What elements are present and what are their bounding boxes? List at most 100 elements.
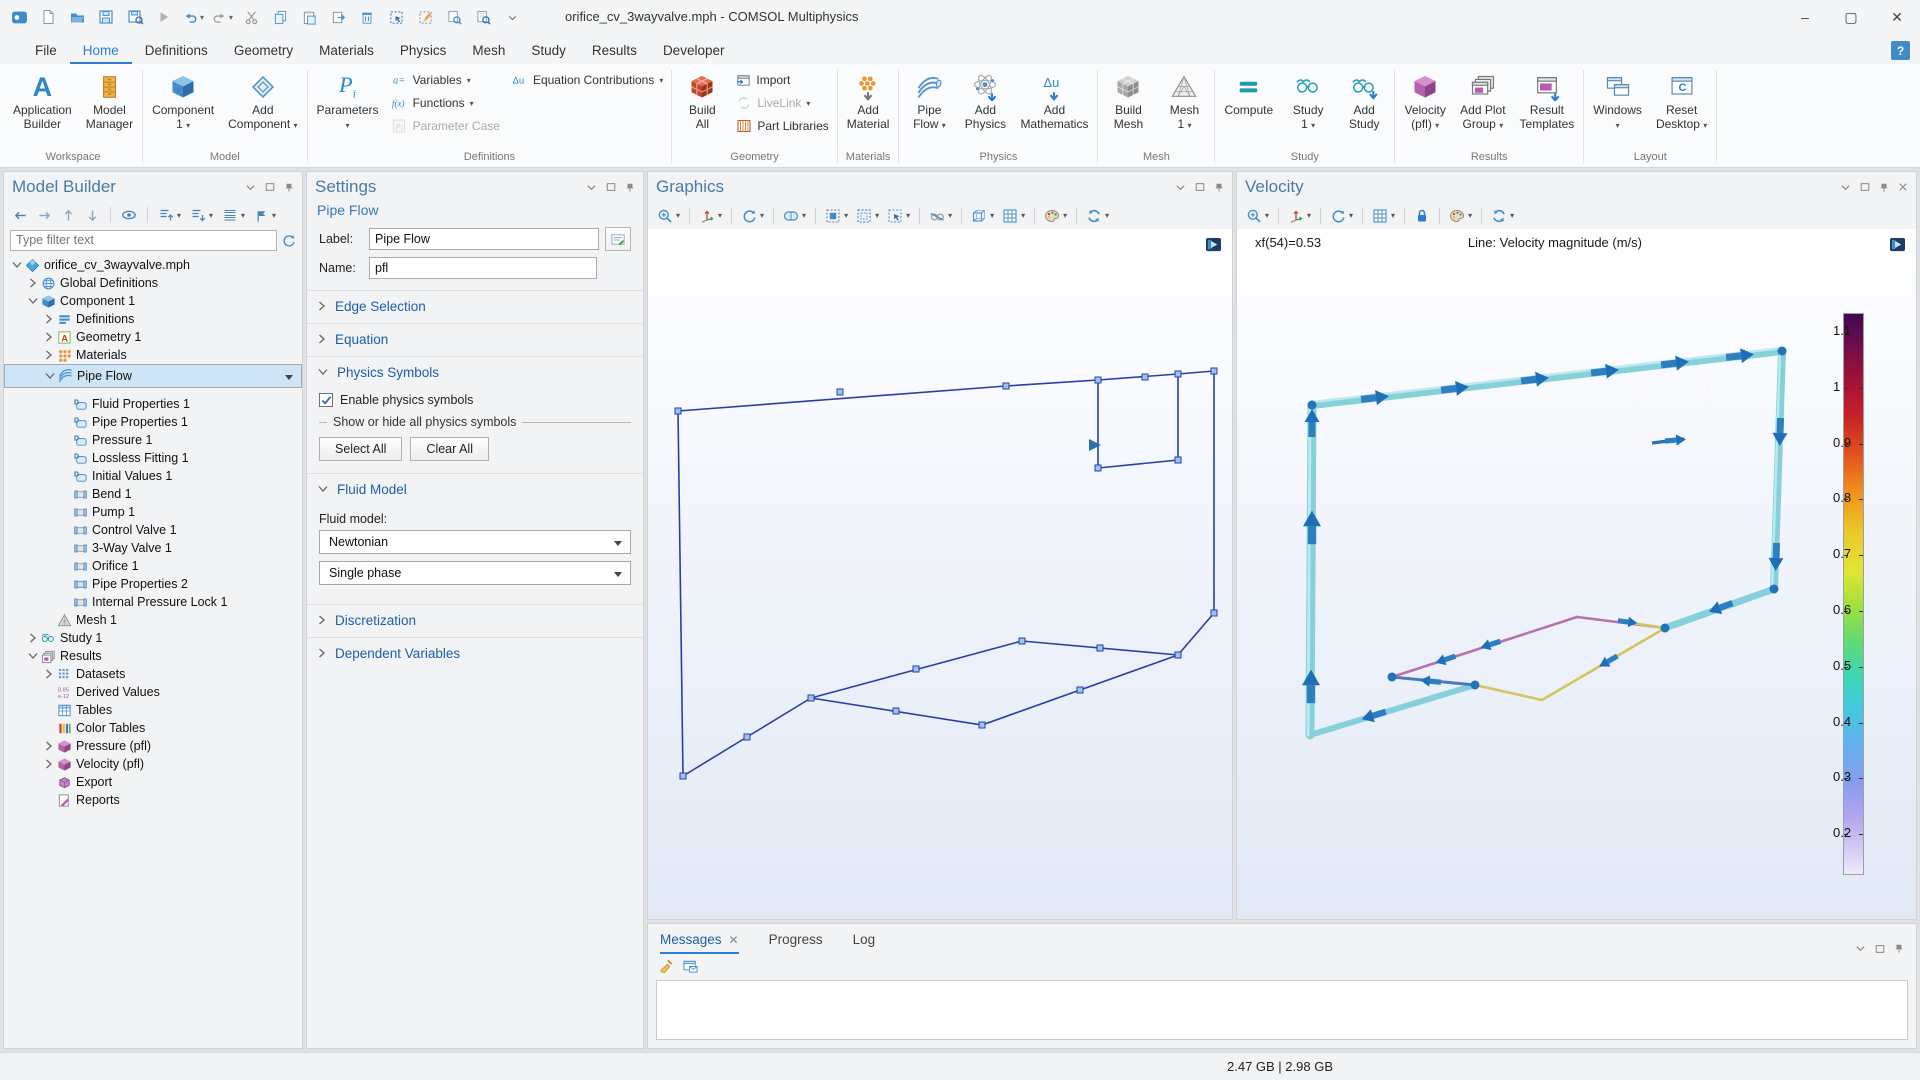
windows-button[interactable]: Windows ▾ [1586, 66, 1649, 133]
expand-icon[interactable] [42, 741, 55, 751]
scene3d-icon[interactable]: ▾ [968, 206, 997, 226]
tree-item-lossless-fitting-1[interactable]: DLossless Fitting 1 [4, 449, 302, 467]
component-1-button[interactable]: Component1 ▾ [145, 66, 221, 133]
menu-tab-results[interactable]: Results [579, 38, 650, 64]
undo-icon[interactable]: ▾ [182, 6, 204, 28]
select-all-button[interactable]: Select All [319, 437, 402, 461]
select-frame-icon[interactable] [385, 6, 407, 28]
clear-all-button[interactable]: Clear All [410, 437, 489, 461]
velocity-pfl-button[interactable]: Velocity(pfl) ▾ [1397, 66, 1453, 133]
copy-icon[interactable] [269, 6, 291, 28]
tree-item-3-way-valve-1[interactable]: 3-Way Valve 1 [4, 539, 302, 557]
sel-pointer-icon[interactable]: ▾ [884, 206, 913, 226]
view-pill-icon[interactable]: ▾ [780, 206, 809, 226]
tree-item-velocity-pfl-[interactable]: Velocity (pfl) [4, 755, 302, 773]
zoom-ext-icon[interactable]: ▾ [1243, 206, 1272, 226]
panel-pin-icon[interactable] [625, 182, 635, 193]
grid-icon[interactable]: ▾ [1369, 206, 1398, 226]
menu-tab-physics[interactable]: Physics [387, 38, 460, 64]
save-icon[interactable] [95, 6, 117, 28]
velocity-canvas[interactable]: xf(54)=0.53 Line: Velocity magnitude (m/… [1237, 229, 1916, 919]
enable-physics-symbols-checkbox[interactable] [319, 393, 333, 407]
reset-desktop-button[interactable]: CResetDesktop ▾ [1649, 66, 1714, 133]
tree-item-datasets[interactable]: Datasets [4, 665, 302, 683]
tree-item-control-valve-1[interactable]: Control Valve 1 [4, 521, 302, 539]
tree-item-mesh-1[interactable]: Mesh 1 [4, 611, 302, 629]
clear-messages-icon[interactable] [658, 959, 673, 974]
tree-item-pressure-1[interactable]: DPressure 1 [4, 431, 302, 449]
palette-icon[interactable]: ▾ [1446, 206, 1475, 226]
zoom-ext-icon[interactable]: ▾ [654, 206, 683, 226]
rename-button[interactable] [605, 227, 631, 251]
tree-item-bend-1[interactable]: Bend 1 [4, 485, 302, 503]
part-libraries-button[interactable]: Part Libraries [736, 116, 828, 136]
messages-content[interactable] [656, 980, 1908, 1040]
import-button[interactable]: Import [736, 70, 828, 90]
panel-maximize-icon[interactable] [1875, 944, 1885, 954]
expand-icon[interactable] [26, 633, 39, 643]
play-icon[interactable] [153, 6, 175, 28]
pipe-flow-button[interactable]: PipeFlow ▾ [901, 66, 957, 133]
add-plot-group-button[interactable]: Add PlotGroup ▾ [1453, 66, 1512, 133]
maximize-button[interactable]: ▢ [1828, 0, 1874, 34]
rotate-icon[interactable]: ▾ [1327, 206, 1356, 226]
add-material-button[interactable]: AddMaterial [840, 66, 897, 131]
tree-item-pipe-flow[interactable]: Pipe Flow [4, 364, 302, 388]
tree-item-initial-values-1[interactable]: DInitial Values 1 [4, 467, 302, 485]
tree-item-pump-1[interactable]: Pump 1 [4, 503, 302, 521]
menu-tab-developer[interactable]: Developer [650, 38, 738, 64]
open-icon[interactable] [66, 6, 88, 28]
transparency-icon[interactable]: ▾ [926, 206, 955, 226]
rotate-icon[interactable]: ▾ [738, 206, 767, 226]
panel-maximize-icon[interactable] [606, 182, 616, 192]
section-equation[interactable]: Equation [307, 323, 643, 354]
tree-item-export[interactable]: Export [4, 773, 302, 791]
phase-select[interactable]: Single phase [319, 561, 631, 585]
expand-icon[interactable] [42, 669, 55, 679]
brush-select-icon[interactable] [414, 6, 436, 28]
app-logo-icon[interactable] [8, 6, 30, 28]
refresh-icon[interactable]: ▾ [1488, 206, 1517, 226]
section-fluid-model[interactable]: Fluid Model [307, 473, 643, 504]
expand-icon[interactable] [26, 278, 39, 288]
duplicate-icon[interactable] [327, 6, 349, 28]
tree-item-fluid-properties-1[interactable]: DFluid Properties 1 [4, 395, 302, 413]
variables-button[interactable]: a=Variables▾ [392, 70, 500, 90]
close-button[interactable]: ✕ [1874, 0, 1920, 34]
label-input[interactable] [369, 228, 599, 250]
add-study-button[interactable]: AddStudy [1336, 66, 1392, 131]
parameter-case-button[interactable]: PiParameter Case [392, 116, 500, 136]
expand-icon[interactable] [42, 314, 55, 324]
menu-tab-file[interactable]: File [22, 38, 70, 64]
menu-tab-study[interactable]: Study [518, 38, 579, 64]
collapse-icon[interactable] [43, 372, 56, 380]
panel-pin-icon[interactable] [1894, 943, 1904, 954]
panel-maximize-icon[interactable] [265, 182, 275, 192]
tree-item-orifice-cv-3wayvalve-mph[interactable]: orifice_cv_3wayvalve.mph [4, 256, 302, 274]
tree-item-global-definitions[interactable]: Global Definitions [4, 274, 302, 292]
tree-item-pipe-properties-2[interactable]: Pipe Properties 2 [4, 575, 302, 593]
livelink-button[interactable]: LiveLink▾ [736, 93, 828, 113]
new-file-icon[interactable] [37, 6, 59, 28]
tab-progress[interactable]: Progress [769, 932, 823, 954]
tree-item-reports[interactable]: Reports [4, 791, 302, 809]
panel-maximize-icon[interactable] [1860, 182, 1870, 192]
tree-item-orifice-1[interactable]: Orifice 1 [4, 557, 302, 575]
name-input[interactable] [369, 257, 597, 279]
arr-up-icon[interactable] [58, 206, 79, 225]
filter-refresh-icon[interactable] [281, 233, 296, 248]
paste-icon[interactable] [298, 6, 320, 28]
help-button[interactable]: ? [1891, 41, 1910, 60]
menu-tab-materials[interactable]: Materials [306, 38, 387, 64]
sel-filled-icon[interactable]: ▾ [822, 206, 851, 226]
compute-button[interactable]: Compute [1217, 66, 1280, 117]
redo-icon[interactable]: ▾ [211, 6, 233, 28]
result-templates-button[interactable]: ResultTemplates [1513, 66, 1582, 131]
menu-tab-home[interactable]: Home [70, 38, 132, 64]
tab-log[interactable]: Log [853, 932, 876, 954]
panel-menu-icon[interactable] [1175, 182, 1186, 193]
tree-item-color-tables[interactable]: Color Tables [4, 719, 302, 737]
palette-icon[interactable]: ▾ [1041, 206, 1070, 226]
tree-item-results[interactable]: Results [4, 647, 302, 665]
section-edge-selection[interactable]: Edge Selection [307, 290, 643, 321]
